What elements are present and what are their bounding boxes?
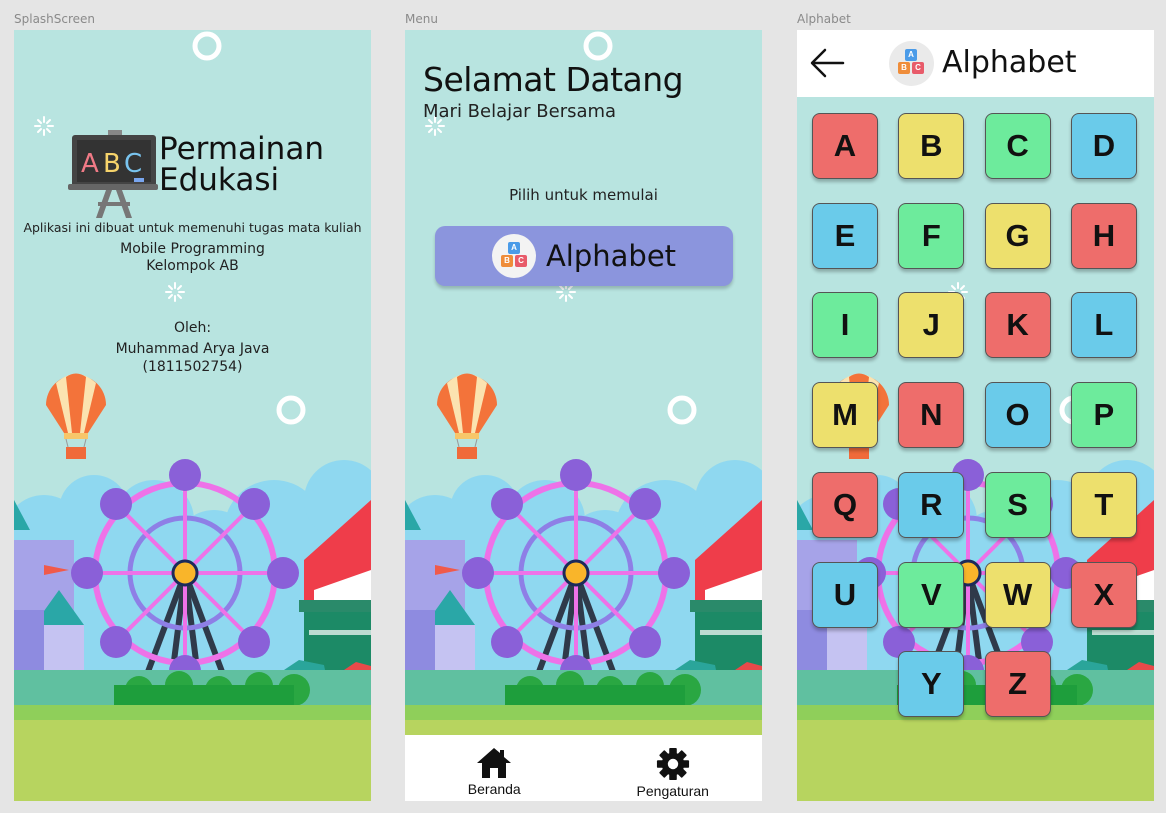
letter-tile-i[interactable]: I [812, 292, 878, 359]
app-bar: A B C Alphabet [797, 30, 1154, 97]
nav-home[interactable]: Beranda [405, 735, 584, 801]
letter-tile-l[interactable]: L [1070, 292, 1137, 359]
by-label: Oleh: [173, 320, 212, 336]
letter-tile-t[interactable]: T [1070, 471, 1137, 538]
app-title: Permainan Edukasi [159, 134, 324, 196]
board-letter-b: B [103, 149, 121, 179]
welcome-subtitle: Mari Belajar Bersama [423, 101, 617, 122]
letter-tile-j[interactable]: J [898, 292, 965, 359]
letter-tile-f[interactable]: F [898, 202, 965, 269]
app-description: Aplikasi ini dibuat untuk memenuhi tugas… [23, 220, 362, 235]
abc-blocks-icon: A B C [889, 41, 934, 86]
letter-tile-d[interactable]: D [1070, 113, 1137, 179]
nav-home-label: Beranda [467, 781, 521, 797]
letter-tile-m[interactable]: M [812, 382, 878, 449]
start-prompt: Pilih untuk memulai [509, 186, 658, 204]
nav-settings-label: Pengaturan [636, 783, 709, 799]
app-title-line2: Edukasi [159, 162, 280, 198]
letter-tile-r[interactable]: R [898, 471, 965, 538]
letter-tile-o[interactable]: O [984, 382, 1051, 449]
home-icon [477, 748, 512, 778]
letter-tile-p[interactable]: P [1070, 382, 1137, 449]
frame-label-menu: Menu [405, 12, 438, 26]
alphabet-button-label: Alphabet [545, 239, 677, 273]
letter-tile-g[interactable]: G [984, 202, 1051, 269]
author-name: Muhammad Arya Java [115, 341, 270, 357]
letter-tile-h[interactable]: H [1070, 202, 1137, 269]
amusement-park-illustration [405, 30, 762, 801]
app-title-line1: Permainan [159, 131, 324, 167]
chalkboard-logo: A B C [68, 130, 158, 225]
author-id: (1811502754) [142, 359, 243, 375]
page-title: Alphabet [942, 45, 1077, 80]
frame-label-alphabet: Alphabet [797, 12, 851, 26]
letter-tile-c[interactable]: C [984, 113, 1051, 179]
letter-tile-z[interactable]: Z [984, 651, 1051, 718]
letter-tile-n[interactable]: N [898, 382, 965, 449]
board-letter-c: C [124, 149, 142, 179]
letter-tile-u[interactable]: U [812, 561, 878, 628]
letter-tile-k[interactable]: K [984, 292, 1051, 359]
back-arrow-icon[interactable] [809, 46, 845, 80]
letter-tile-e[interactable]: E [812, 202, 878, 269]
nav-settings[interactable]: Pengaturan [584, 735, 763, 801]
letter-tile-a[interactable]: A [812, 113, 878, 179]
frame-label-splash: SplashScreen [14, 12, 96, 26]
course-name: Mobile Programming [120, 241, 265, 257]
alphabet-menu-button[interactable]: A B C Alphabet [435, 226, 733, 286]
menu-screen: Selamat Datang Mari Belajar Bersama Pili… [405, 30, 762, 801]
letter-tile-x[interactable]: X [1070, 561, 1137, 628]
welcome-title: Selamat Datang [423, 60, 684, 99]
group-name: Kelompok AB [146, 258, 239, 274]
letter-tile-q[interactable]: Q [812, 471, 878, 538]
abc-blocks-icon: A B C [491, 234, 536, 278]
splash-screen: A B C Permainan Edukasi Aplikasi ini dib… [14, 30, 371, 801]
letter-tile-w[interactable]: W [984, 561, 1051, 628]
letter-tile-b[interactable]: B [898, 113, 965, 179]
board-letter-a: A [81, 149, 99, 179]
bottom-navigation: Beranda Pengaturan [405, 735, 762, 801]
letter-tile-v[interactable]: V [898, 561, 965, 628]
letter-tile-s[interactable]: S [984, 471, 1051, 538]
alphabet-screen: A B C Alphabet ABCD EFGH IJKL MNOP QRST UVWX Y… [797, 30, 1154, 801]
gear-icon [656, 747, 689, 781]
letter-tile-y[interactable]: Y [898, 651, 965, 718]
